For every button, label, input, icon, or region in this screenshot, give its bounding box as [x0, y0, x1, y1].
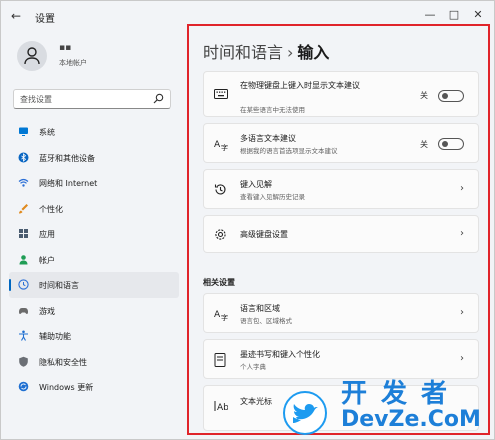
sidebar-item-label: 辅助功能	[39, 332, 71, 341]
sidebar-nav: 系统蓝牙和其他设备 网络和 Internet 个性化应用帐户时间和语言游戏辅助功能隐…	[9, 119, 179, 400]
search-input[interactable]: 查找设置	[13, 89, 171, 109]
back-button[interactable]: ←	[11, 9, 21, 23]
update-icon	[18, 381, 29, 392]
window-title: 设置	[35, 14, 55, 25]
avatar[interactable]	[17, 41, 47, 71]
sidebar-item[interactable]: 蓝牙和其他设备	[9, 145, 179, 171]
sidebar-item[interactable]: 个性化	[9, 196, 179, 222]
sidebar-item[interactable]: 辅助功能	[9, 323, 179, 349]
search-placeholder: 查找设置	[20, 95, 52, 104]
person-icon	[24, 47, 40, 65]
sidebar-item-label: 系统	[39, 128, 55, 137]
sidebar-item-label: 隐私和安全性	[39, 357, 87, 367]
sidebar-item[interactable]: 应用	[9, 221, 179, 247]
active-indicator	[9, 279, 11, 291]
apps-icon	[19, 229, 28, 238]
user-name: ▪▪	[59, 43, 72, 53]
minimize-button[interactable]: —	[419, 6, 441, 24]
wifi-icon	[18, 178, 29, 187]
watermark-bottom-text: DevZe.CoM	[341, 407, 481, 432]
sidebar-item[interactable]: 隐私和安全性	[9, 349, 179, 375]
person-icon	[19, 254, 28, 264]
sidebar-item[interactable]: 时间和语言	[9, 272, 179, 298]
watermark-top-text: 开发者	[341, 379, 462, 409]
sidebar-item[interactable]: 系统	[9, 119, 179, 145]
sidebar-item-label: 个性化	[39, 204, 63, 214]
gamepad-icon	[19, 307, 28, 314]
sidebar: ▪▪ 本地帐户 查找设置 系统蓝牙和其他设备 网络和 Internet 个性化应用帐…	[1, 31, 183, 439]
account-type: 本地帐户	[59, 59, 87, 67]
maximize-button[interactable]: □	[443, 6, 465, 24]
sidebar-item-label: 游戏	[39, 306, 55, 316]
sidebar-item-label: 帐户	[39, 255, 55, 265]
bluetooth-icon	[18, 152, 29, 162]
sidebar-item[interactable]: 游戏	[9, 298, 179, 324]
sidebar-item[interactable]: 帐户	[9, 247, 179, 273]
sidebar-item-label: Windows 更新	[39, 383, 94, 392]
brush-icon	[19, 203, 28, 213]
sidebar-item[interactable]: 网络和 Internet	[9, 170, 179, 196]
accessibility-icon	[19, 330, 28, 341]
shield-icon	[19, 356, 28, 367]
sidebar-item-label: 时间和语言	[39, 281, 79, 290]
monitor-icon	[19, 127, 28, 136]
close-button[interactable]: ✕	[467, 6, 489, 24]
search-icon	[153, 93, 164, 104]
bird-logo-icon	[283, 391, 327, 435]
watermark: 开发者 DevZe.CoM	[283, 373, 494, 439]
sidebar-item-label: 蓝牙和其他设备	[39, 153, 95, 163]
sidebar-item-label: 应用	[39, 230, 55, 239]
sidebar-item-label: 网络和 Internet	[39, 179, 98, 188]
settings-window: ← 设置 — □ ✕ ▪▪ 本地帐户 查找设置 系统蓝牙和其他设备 网络和 Int…	[0, 0, 495, 440]
globe-clock-icon	[18, 279, 29, 290]
sidebar-item[interactable]: Windows 更新	[9, 374, 179, 400]
